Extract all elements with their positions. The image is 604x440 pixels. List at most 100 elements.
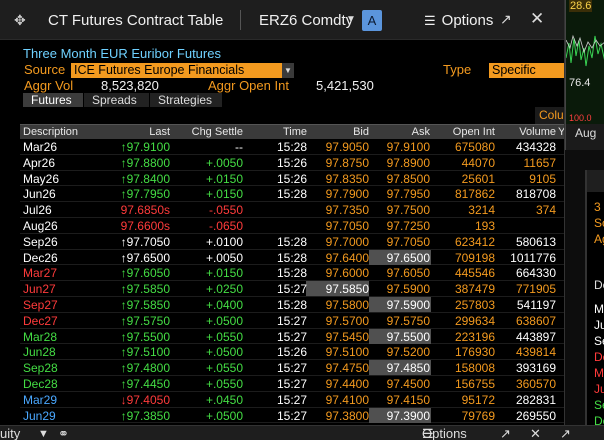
popout-icon[interactable]: ↗ bbox=[500, 426, 511, 440]
background-table-window[interactable]: 3 So Ag De Ma Ju Se De Ma Ju Se De bbox=[585, 170, 604, 440]
table-row[interactable]: Mar26 ↑97.9100 -- 15:28 97.9050 97.9100 675080… bbox=[20, 139, 564, 155]
time-cell: 15:28 bbox=[276, 234, 307, 249]
chg-settle-cell: +.0250 bbox=[205, 282, 243, 297]
time-cell: 15:28 bbox=[276, 250, 307, 265]
table-row[interactable]: Jun27 ↑97.5850 +.0250 15:27 97.5850 97.5900 38… bbox=[20, 281, 564, 297]
table-row[interactable]: Dec27 ↑97.5750 +.0500 15:27 97.5700 97.5750 29… bbox=[20, 313, 564, 329]
aggr-vol-label: Aggr Vol bbox=[24, 78, 74, 93]
col-chg-settle[interactable]: Chg Settle bbox=[192, 126, 243, 138]
bg-line: De bbox=[594, 350, 604, 364]
tab-futures[interactable]: Futures bbox=[23, 93, 83, 107]
contract-table: Description Last Chg Settle Time Bid Ask… bbox=[20, 124, 564, 424]
volume-cell: 434328 bbox=[515, 140, 556, 154]
bid-cell: 97.4100 bbox=[325, 392, 369, 407]
tab-spreads[interactable]: Spreads bbox=[84, 93, 149, 107]
time-cell: 15:26 bbox=[276, 345, 307, 360]
bg-line: Se bbox=[594, 398, 604, 412]
ye-cell bbox=[558, 251, 561, 265]
ticker-selector[interactable]: ERZ6 Comdty bbox=[259, 12, 353, 29]
ye-cell bbox=[558, 298, 561, 312]
ask-cell: 97.6500 bbox=[386, 250, 430, 265]
type-dropdown[interactable]: Specific bbox=[489, 63, 564, 78]
col-last[interactable]: Last bbox=[149, 126, 170, 138]
last-cell: ↑97.6500 bbox=[120, 250, 170, 265]
volume-cell: 439814 bbox=[515, 345, 556, 360]
options-menu[interactable]: ☰ Options bbox=[424, 12, 493, 29]
table-row[interactable]: Jul26 97.6850s -.0550 97.7350 97.7500 3214 374 bbox=[20, 202, 564, 218]
bid-cell: 97.6400 bbox=[325, 250, 369, 265]
bg-line: Ma bbox=[594, 302, 604, 316]
popout-icon[interactable]: ↗ bbox=[560, 426, 571, 440]
chevron-down-icon[interactable]: ▼ bbox=[38, 428, 49, 440]
table-header: Description Last Chg Settle Time Bid Ask… bbox=[20, 124, 564, 139]
table-row[interactable]: Mar28 ↑97.5500 +.0550 15:27 97.5450 97.5500 22… bbox=[20, 328, 564, 345]
table-row[interactable]: Sep27 ↑97.5850 +.0400 15:28 97.5800 97.5900 25… bbox=[20, 296, 564, 313]
ask-cell: 97.8500 bbox=[386, 171, 430, 186]
time-cell: 15:28 bbox=[276, 266, 307, 281]
open-int-cell: 176930 bbox=[454, 345, 495, 360]
volume-cell: 1011776 bbox=[510, 250, 556, 265]
col-bid[interactable]: Bid bbox=[353, 126, 369, 138]
bid-cell: 97.5450 bbox=[325, 329, 369, 344]
table-row[interactable]: Jun26 ↑97.7950 +.0150 15:28 97.7900 97.7950 81… bbox=[20, 186, 564, 203]
popout-icon[interactable]: ↗ bbox=[500, 11, 512, 28]
chg-settle-cell: -.0650 bbox=[208, 218, 243, 233]
open-int-cell: 44070 bbox=[461, 155, 495, 170]
columns-button[interactable]: Colu bbox=[535, 107, 564, 124]
type-label: Type bbox=[443, 62, 472, 77]
close-icon[interactable]: ✕ bbox=[530, 426, 541, 440]
bid-cell: 97.5700 bbox=[325, 313, 369, 328]
description-cell: Jul26 bbox=[23, 203, 52, 218]
move-icon[interactable]: ✥ bbox=[14, 12, 26, 29]
col-open-int[interactable]: Open Int bbox=[453, 126, 495, 138]
table-row[interactable]: Aug26 97.6600s -.0650 97.7050 97.7250 193 bbox=[20, 218, 564, 234]
background-table-header bbox=[587, 170, 604, 192]
table-row[interactable]: Apr26 ↑97.8800 +.0050 15:26 97.8750 97.8900 44… bbox=[20, 155, 564, 171]
background-chart-window[interactable]: 28.6 76.4 100.0 bbox=[565, 0, 604, 125]
ask-cell: 97.5200 bbox=[386, 345, 430, 360]
ask-cell: 97.7950 bbox=[386, 187, 430, 202]
col-ye[interactable]: Ye bbox=[558, 126, 564, 138]
ask-cell: 97.5900 bbox=[386, 282, 430, 297]
open-int-cell: 25601 bbox=[461, 171, 495, 186]
chevron-down-icon[interactable]: ▼ bbox=[282, 63, 294, 78]
group-badge-button[interactable]: A bbox=[362, 10, 382, 31]
ask-cell: 97.7050 bbox=[386, 234, 430, 249]
table-row[interactable]: Mar29 ↓97.4050 +.0450 15:27 97.4100 97.4150 95… bbox=[20, 392, 564, 408]
open-int-cell: 95172 bbox=[461, 392, 495, 407]
col-description[interactable]: Description bbox=[23, 126, 78, 138]
col-volume[interactable]: Volume bbox=[519, 126, 556, 138]
volume-cell: 9105 bbox=[529, 171, 556, 186]
ask-cell: 97.8900 bbox=[386, 155, 430, 170]
bid-cell: 97.7350 bbox=[325, 203, 369, 218]
description-cell: Sep28 bbox=[23, 361, 58, 376]
volume-cell: 282831 bbox=[515, 392, 556, 407]
table-row[interactable]: Dec26 ↑97.6500 +.0050 15:28 97.6400 97.6500 70… bbox=[20, 249, 564, 266]
source-dropdown[interactable]: ICE Futures Europe Financials ▼ bbox=[71, 63, 294, 78]
description-cell: Jun26 bbox=[23, 187, 56, 202]
open-int-cell: 223196 bbox=[454, 329, 495, 344]
table-row[interactable]: Jun28 ↑97.5100 +.0500 15:26 97.5100 97.5200 17… bbox=[20, 344, 564, 361]
table-row[interactable]: Sep28 ↑97.4800 +.0550 15:27 97.4750 97.4850 15… bbox=[20, 360, 564, 376]
ye-cell bbox=[558, 377, 561, 391]
col-ask[interactable]: Ask bbox=[412, 126, 430, 138]
chevron-down-icon[interactable]: ▼ bbox=[346, 14, 356, 25]
bid-cell: 97.7900 bbox=[325, 187, 369, 202]
volume-cell: 664330 bbox=[515, 266, 556, 281]
open-int-cell: 299634 bbox=[454, 313, 495, 328]
table-row[interactable]: Sep26 ↑97.7050 +.0100 15:28 97.7000 97.7050 62… bbox=[20, 234, 564, 250]
close-icon[interactable]: ✕ bbox=[530, 9, 544, 29]
table-row[interactable]: Mar27 ↑97.6050 +.0150 15:28 97.6000 97.6050 44… bbox=[20, 265, 564, 282]
link-icon[interactable]: ⚭ bbox=[58, 426, 69, 440]
open-int-cell: 3214 bbox=[468, 203, 495, 218]
table-row[interactable]: Dec28 ↑97.4450 +.0550 15:27 97.4400 97.4500 15… bbox=[20, 376, 564, 392]
tab-strategies[interactable]: Strategies bbox=[150, 93, 222, 107]
table-row[interactable]: Jun29 ↑97.3850 +.0500 15:27 97.3800 97.3900 79… bbox=[20, 407, 564, 424]
volume-cell: 771905 bbox=[515, 282, 556, 297]
col-time[interactable]: Time bbox=[283, 126, 307, 138]
table-row[interactable]: May26 ↑97.8400 +.0150 15:26 97.8350 97.8500 25… bbox=[20, 171, 564, 187]
title-bar[interactable]: ✥ CT Futures Contract Table ERZ6 Comdty … bbox=[0, 0, 564, 40]
bid-cell: 97.8350 bbox=[325, 171, 369, 186]
bottom-window-bar[interactable]: uity ▼ ⚭ ☰ Options ↗ ✕ ↗ bbox=[0, 425, 604, 440]
ask-cell: 97.4850 bbox=[386, 361, 430, 376]
